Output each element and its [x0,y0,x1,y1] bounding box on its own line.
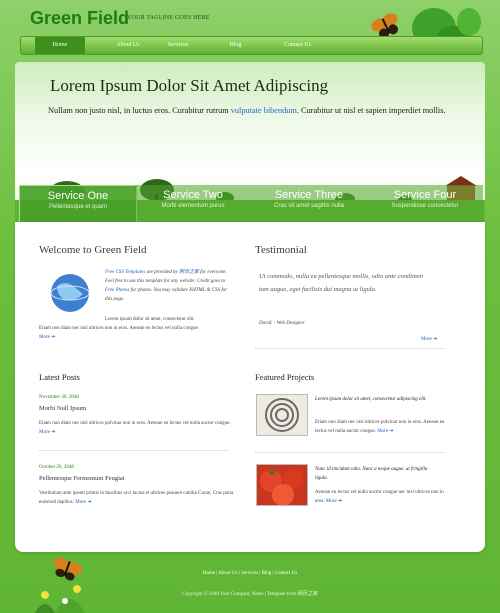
service-subtitle: Cras sit amet sagittis nulla [273,203,345,209]
service-title: Service Two [163,189,223,201]
hero-link[interactable]: vulputate bibendum [231,106,297,115]
post-more-link[interactable]: More ➔ [39,430,55,435]
provider-link[interactable]: 网页之家 [179,270,199,275]
featured-projects-heading: Featured Projects [255,372,315,382]
project-caption: Lorem ipsum dolor sit amet, consectetur … [315,397,427,402]
project-body: Aenean eu lectus vel nulla auctor congue… [315,488,445,506]
project-body: Etiam non diam nec nisl ultrices pulvina… [315,418,445,436]
service-title: Service One [47,190,109,202]
tomatoes-image [260,469,303,505]
divider [39,450,229,451]
free-photos-link[interactable]: Free Photos [105,288,129,293]
butterfly-flowers-image [35,557,85,613]
post-date: November 30, 2048 [39,395,79,400]
testimonial-quote: Ut commodo, nulla eu pellentesque mollis… [259,273,423,293]
post-more-link[interactable]: More ➔ [75,500,91,505]
testimonial-more-link[interactable]: More ➔ [421,336,437,342]
testimonial-author: David. - Web Designer [259,321,305,326]
service-title: Service Three [274,189,344,201]
project-more-link[interactable]: More ➔ [377,429,393,434]
hero-title: Lorem Ipsum Dolor Sit Amet Adipiscing [50,76,329,95]
services-band: Service One Pellentesque et quam Service … [15,185,485,224]
main-navigation: Home About Us Services Blog Contact Us [20,36,483,55]
service-subtitle: Pellentesque et quam [48,204,108,210]
project-caption: Nunc id tincidunt odio. Nunc a neque aug… [315,467,428,481]
intro-text: are provided by [145,270,179,275]
site-title[interactable]: Green Field [30,8,129,29]
welcome-body: Etiam non diam nec nisl ultrices non in … [39,326,199,331]
globe-image [50,274,90,312]
post-body-text: Etiam non diam nec nisl ultrices pulvina… [39,421,231,426]
post-date: October 26, 2048 [39,465,74,470]
project-thumbnail-spiral[interactable] [256,394,308,436]
divider [255,348,445,349]
project-thumbnail-tomatoes[interactable] [256,464,308,506]
service-subtitle: Morbi elementum purus [161,203,225,209]
service-four-tab[interactable]: Service Four Suspendisse consectetur [367,185,483,222]
hero-text: Nullam non justo nisl, in luctus eros. C… [48,103,458,118]
service-two-tab[interactable]: Service Two Morbi elementum purus [135,185,251,222]
tagline: YOUR TAGLINE GOES HERE [127,15,210,21]
nav-about-us[interactable]: About Us [103,37,153,54]
nav-blog[interactable]: Blog [218,37,253,54]
hero-text-part: Nullam non justo nisl, in luctus eros. C… [48,106,231,115]
hero-text-part: . Curabitur ut nisl et sapien imperdiet … [296,106,446,115]
content-area: Welcome to Green Field Free CSS Template… [15,222,485,552]
service-subtitle: Suspendisse consectetur [391,203,459,209]
project-more-link[interactable]: More ➔ [326,499,342,504]
nav-contact-us[interactable]: Contact Us [270,37,325,54]
post-body: Vestibulum ante ipsum primis in faucibus… [39,489,234,507]
free-css-templates-link[interactable]: Free CSS Templates [105,270,145,275]
divider [255,452,445,453]
welcome-heading: Welcome to Green Field [39,244,147,256]
service-title: Service Four [393,189,457,201]
testimonial-heading: Testimonial [255,244,307,256]
spiral-image [265,398,299,432]
service-three-tab[interactable]: Service Three Cras sit amet sagittis null… [251,185,367,222]
post-title[interactable]: Pellentesque Fermentum Feugiat [39,475,125,482]
latest-posts-heading: Latest Posts [39,372,80,382]
welcome-intro: Free CSS Templates are provided by 网页之家 … [105,268,235,304]
service-one-tab[interactable]: Service One Pellentesque et quam [19,185,137,224]
post-body-text: Vestibulum ante ipsum primis in faucibus… [39,491,234,505]
welcome-more-link[interactable]: More ➔ [39,334,55,340]
nav-home[interactable]: Home [35,37,85,54]
post-title[interactable]: Morbi Null Ipsum [39,405,86,412]
post-body: Etiam non diam nec nisl ultrices pulvina… [39,419,234,437]
nav-services[interactable]: Services [153,37,203,54]
welcome-body-line: Lorem ipsum dolor sit amet, consectetur … [105,317,195,322]
